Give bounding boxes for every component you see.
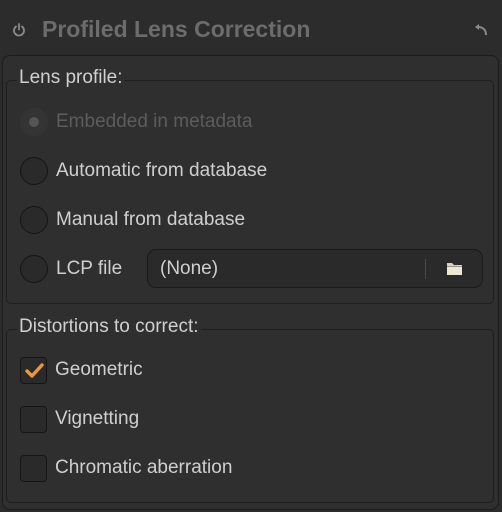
checkbox-label[interactable]: Chromatic aberration [55, 457, 232, 479]
power-icon[interactable] [11, 21, 27, 37]
radio-button [20, 108, 48, 136]
radio-label[interactable]: LCP file [56, 258, 122, 280]
undo-arrow-icon[interactable] [474, 24, 488, 36]
radio-button[interactable] [20, 157, 48, 185]
checkbox-label[interactable]: Vignetting [55, 408, 139, 430]
lcp-file-chooser[interactable]: (None) [147, 249, 483, 288]
checkbox-chromatic-aberration[interactable]: Chromatic aberration [20, 454, 232, 482]
checkbox[interactable] [20, 454, 47, 482]
separator [425, 259, 426, 279]
checkbox-vignetting[interactable]: Vignetting [20, 405, 139, 433]
folder-icon[interactable] [446, 261, 463, 276]
radio-label: Embedded in metadata [56, 111, 253, 132]
radio-label[interactable]: Manual from database [56, 209, 245, 231]
checkbox[interactable] [20, 405, 47, 433]
radio-label[interactable]: Automatic from database [56, 160, 267, 182]
panel-header: Profiled Lens Correction [0, 0, 502, 58]
panel-title: Profiled Lens Correction [42, 16, 311, 42]
radio-manual-database[interactable]: Manual from database [20, 206, 245, 234]
checkbox-label[interactable]: Geometric [55, 359, 143, 381]
checkbox[interactable] [20, 356, 47, 384]
radio-button[interactable] [20, 206, 48, 234]
lens-profile-label: Lens profile: [17, 67, 125, 89]
radio-button[interactable] [20, 255, 48, 283]
radio-automatic-database[interactable]: Automatic from database [20, 157, 267, 185]
lcp-file-value: (None) [160, 258, 219, 279]
distortions-label: Distortions to correct: [17, 316, 201, 338]
radio-lcp-file[interactable]: LCP file [20, 255, 122, 283]
radio-embedded-metadata: Embedded in metadata [20, 108, 252, 136]
checkmark-icon [25, 362, 44, 378]
checkbox-geometric[interactable]: Geometric [20, 356, 143, 384]
